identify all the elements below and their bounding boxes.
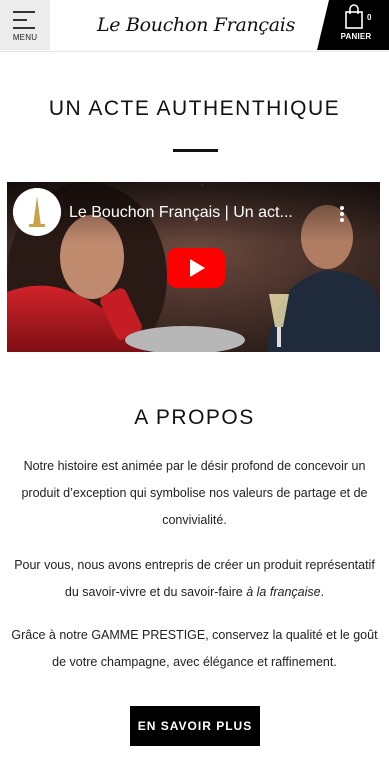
learn-more-button[interactable]: EN SAVOIR PLUS — [130, 706, 260, 746]
more-options-icon[interactable] — [340, 206, 346, 224]
hamburger-icon — [13, 11, 37, 29]
video-title[interactable]: Le Bouchon Français | Un act... — [69, 204, 319, 222]
shopping-bag-icon — [345, 4, 363, 29]
about-paragraph-1: Notre histoire est animée par le désir p… — [21, 459, 368, 527]
menu-label: MENU — [12, 33, 38, 42]
about-paragraph-2-end: . — [320, 585, 325, 599]
channel-avatar[interactable] — [13, 188, 61, 236]
about-paragraph-2: Pour vous, nous avons entrepris de créer… — [10, 552, 379, 606]
section-title: UN ACTE AUTHENTHIQUE — [48, 97, 341, 120]
cart-count-badge: 0 — [367, 13, 372, 22]
youtube-video-embed[interactable]: · Le Bouchon Français | Un act... — [7, 182, 380, 352]
play-button-icon[interactable] — [167, 248, 225, 288]
about-paragraph-3: Grâce à notre GAMME PRESTIGE, conservez … — [11, 628, 378, 669]
about-paragraph-2-italic: à la française — [246, 585, 321, 599]
site-header: MENU Le Bouchon Français 0 PANIER — [0, 0, 389, 52]
about-title: A PROPOS — [134, 406, 255, 429]
cart-label: PANIER — [340, 32, 372, 41]
site-logo[interactable]: Le Bouchon Français — [96, 10, 296, 40]
menu-button[interactable]: MENU — [0, 0, 50, 50]
cart-button[interactable]: 0 PANIER — [317, 0, 389, 50]
title-divider — [173, 149, 218, 152]
